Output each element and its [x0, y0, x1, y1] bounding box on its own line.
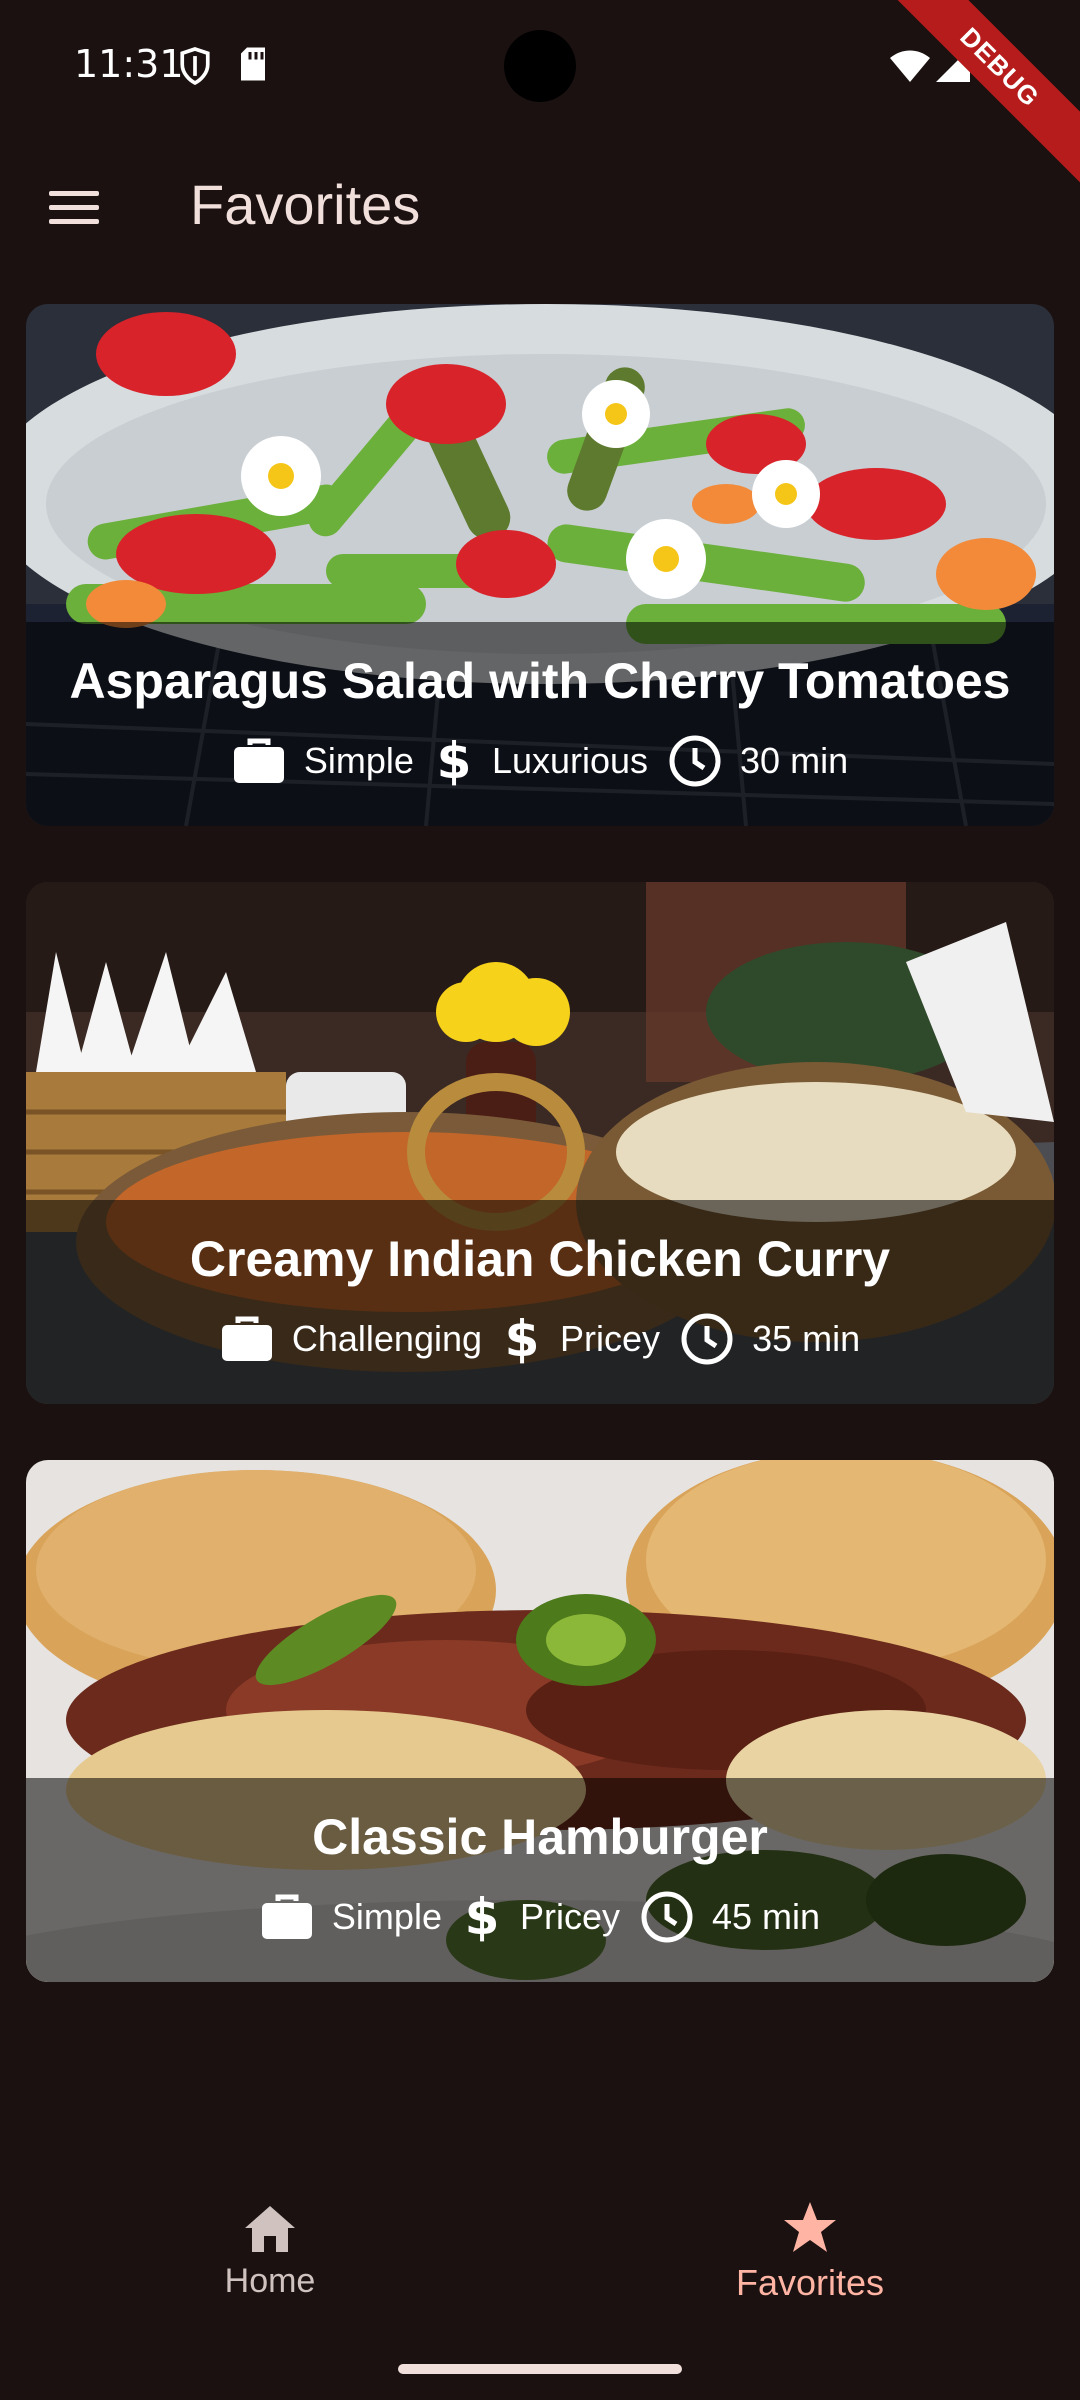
meal-card[interactable]: Asparagus Salad with Cherry Tomatoes Sim…	[26, 304, 1054, 826]
card-overlay: Asparagus Salad with Cherry Tomatoes Sim…	[26, 622, 1054, 826]
card-overlay: Classic Hamburger Simple $ Pricey 45 min	[26, 1778, 1054, 1982]
svg-text:$: $	[465, 1890, 500, 1944]
duration-info: 45 min	[640, 1890, 820, 1944]
meal-meta-row: Simple $ Luxurious 30 min	[26, 734, 1054, 788]
complexity-info: Challenging	[220, 1315, 482, 1363]
meal-card[interactable]: Creamy Indian Chicken Curry Challenging …	[26, 882, 1054, 1404]
card-overlay: Creamy Indian Chicken Curry Challenging …	[26, 1200, 1054, 1404]
complexity-label: Simple	[331, 1896, 442, 1937]
briefcase-icon	[233, 738, 284, 783]
meal-meta-row: Simple $ Pricey 45 min	[26, 1890, 1054, 1944]
duration-label: 30 min	[740, 740, 849, 781]
briefcase-icon	[221, 1316, 272, 1361]
app-bar: Favorites	[0, 150, 1080, 260]
svg-text:$: $	[505, 1312, 540, 1366]
page-title: Favorites	[190, 173, 421, 236]
complexity-label: Simple	[303, 740, 414, 781]
complexity-label: Challenging	[291, 1318, 483, 1359]
dollar-icon: $	[437, 734, 472, 788]
affordability-label: Pricey	[519, 1896, 620, 1937]
nav-item-home[interactable]: Home	[0, 2204, 540, 2301]
meal-title: Classic Hamburger	[312, 1809, 768, 1865]
home-indicator[interactable]	[398, 2364, 682, 2374]
dollar-icon: $	[505, 1312, 540, 1366]
meal-card[interactable]: Classic Hamburger Simple $ Pricey 45 min	[26, 1460, 1054, 1982]
complexity-info: Simple	[232, 737, 414, 785]
complexity-info: Simple	[260, 1893, 442, 1941]
clock-icon	[669, 735, 721, 787]
affordability-info: $ Pricey	[462, 1890, 620, 1944]
shield-icon	[180, 47, 210, 86]
affordability-label: Luxurious	[491, 740, 649, 781]
wifi-icon	[890, 50, 930, 82]
dollar-icon: $	[465, 1890, 500, 1944]
clock-icon	[681, 1313, 733, 1365]
duration-label: 35 min	[752, 1318, 861, 1359]
briefcase-icon	[261, 1894, 312, 1939]
home-icon	[245, 2206, 295, 2252]
affordability-label: Pricey	[560, 1318, 661, 1359]
meal-title: Creamy Indian Chicken Curry	[189, 1231, 891, 1287]
meal-meta-row: Challenging $ Pricey 35 min	[26, 1312, 1054, 1366]
clock-icon	[641, 1891, 693, 1943]
duration-info: 30 min	[668, 734, 848, 788]
menu-icon[interactable]	[34, 172, 114, 242]
nav-label-home: Home	[224, 2262, 316, 2300]
svg-text:$: $	[437, 734, 472, 788]
duration-info: 35 min	[680, 1312, 860, 1366]
front-camera	[504, 30, 576, 102]
meal-title: Asparagus Salad with Cherry Tomatoes	[69, 653, 1011, 709]
nav-label-favorites: Favorites	[735, 2262, 885, 2303]
sd-card-icon	[241, 47, 265, 81]
affordability-info: $ Pricey	[502, 1312, 660, 1366]
star-icon	[784, 2202, 836, 2252]
status-time: 11:31	[74, 42, 184, 86]
nav-item-favorites[interactable]: Favorites	[540, 2200, 1080, 2304]
affordability-info: $ Luxurious	[434, 734, 648, 788]
duration-label: 45 min	[712, 1896, 821, 1937]
